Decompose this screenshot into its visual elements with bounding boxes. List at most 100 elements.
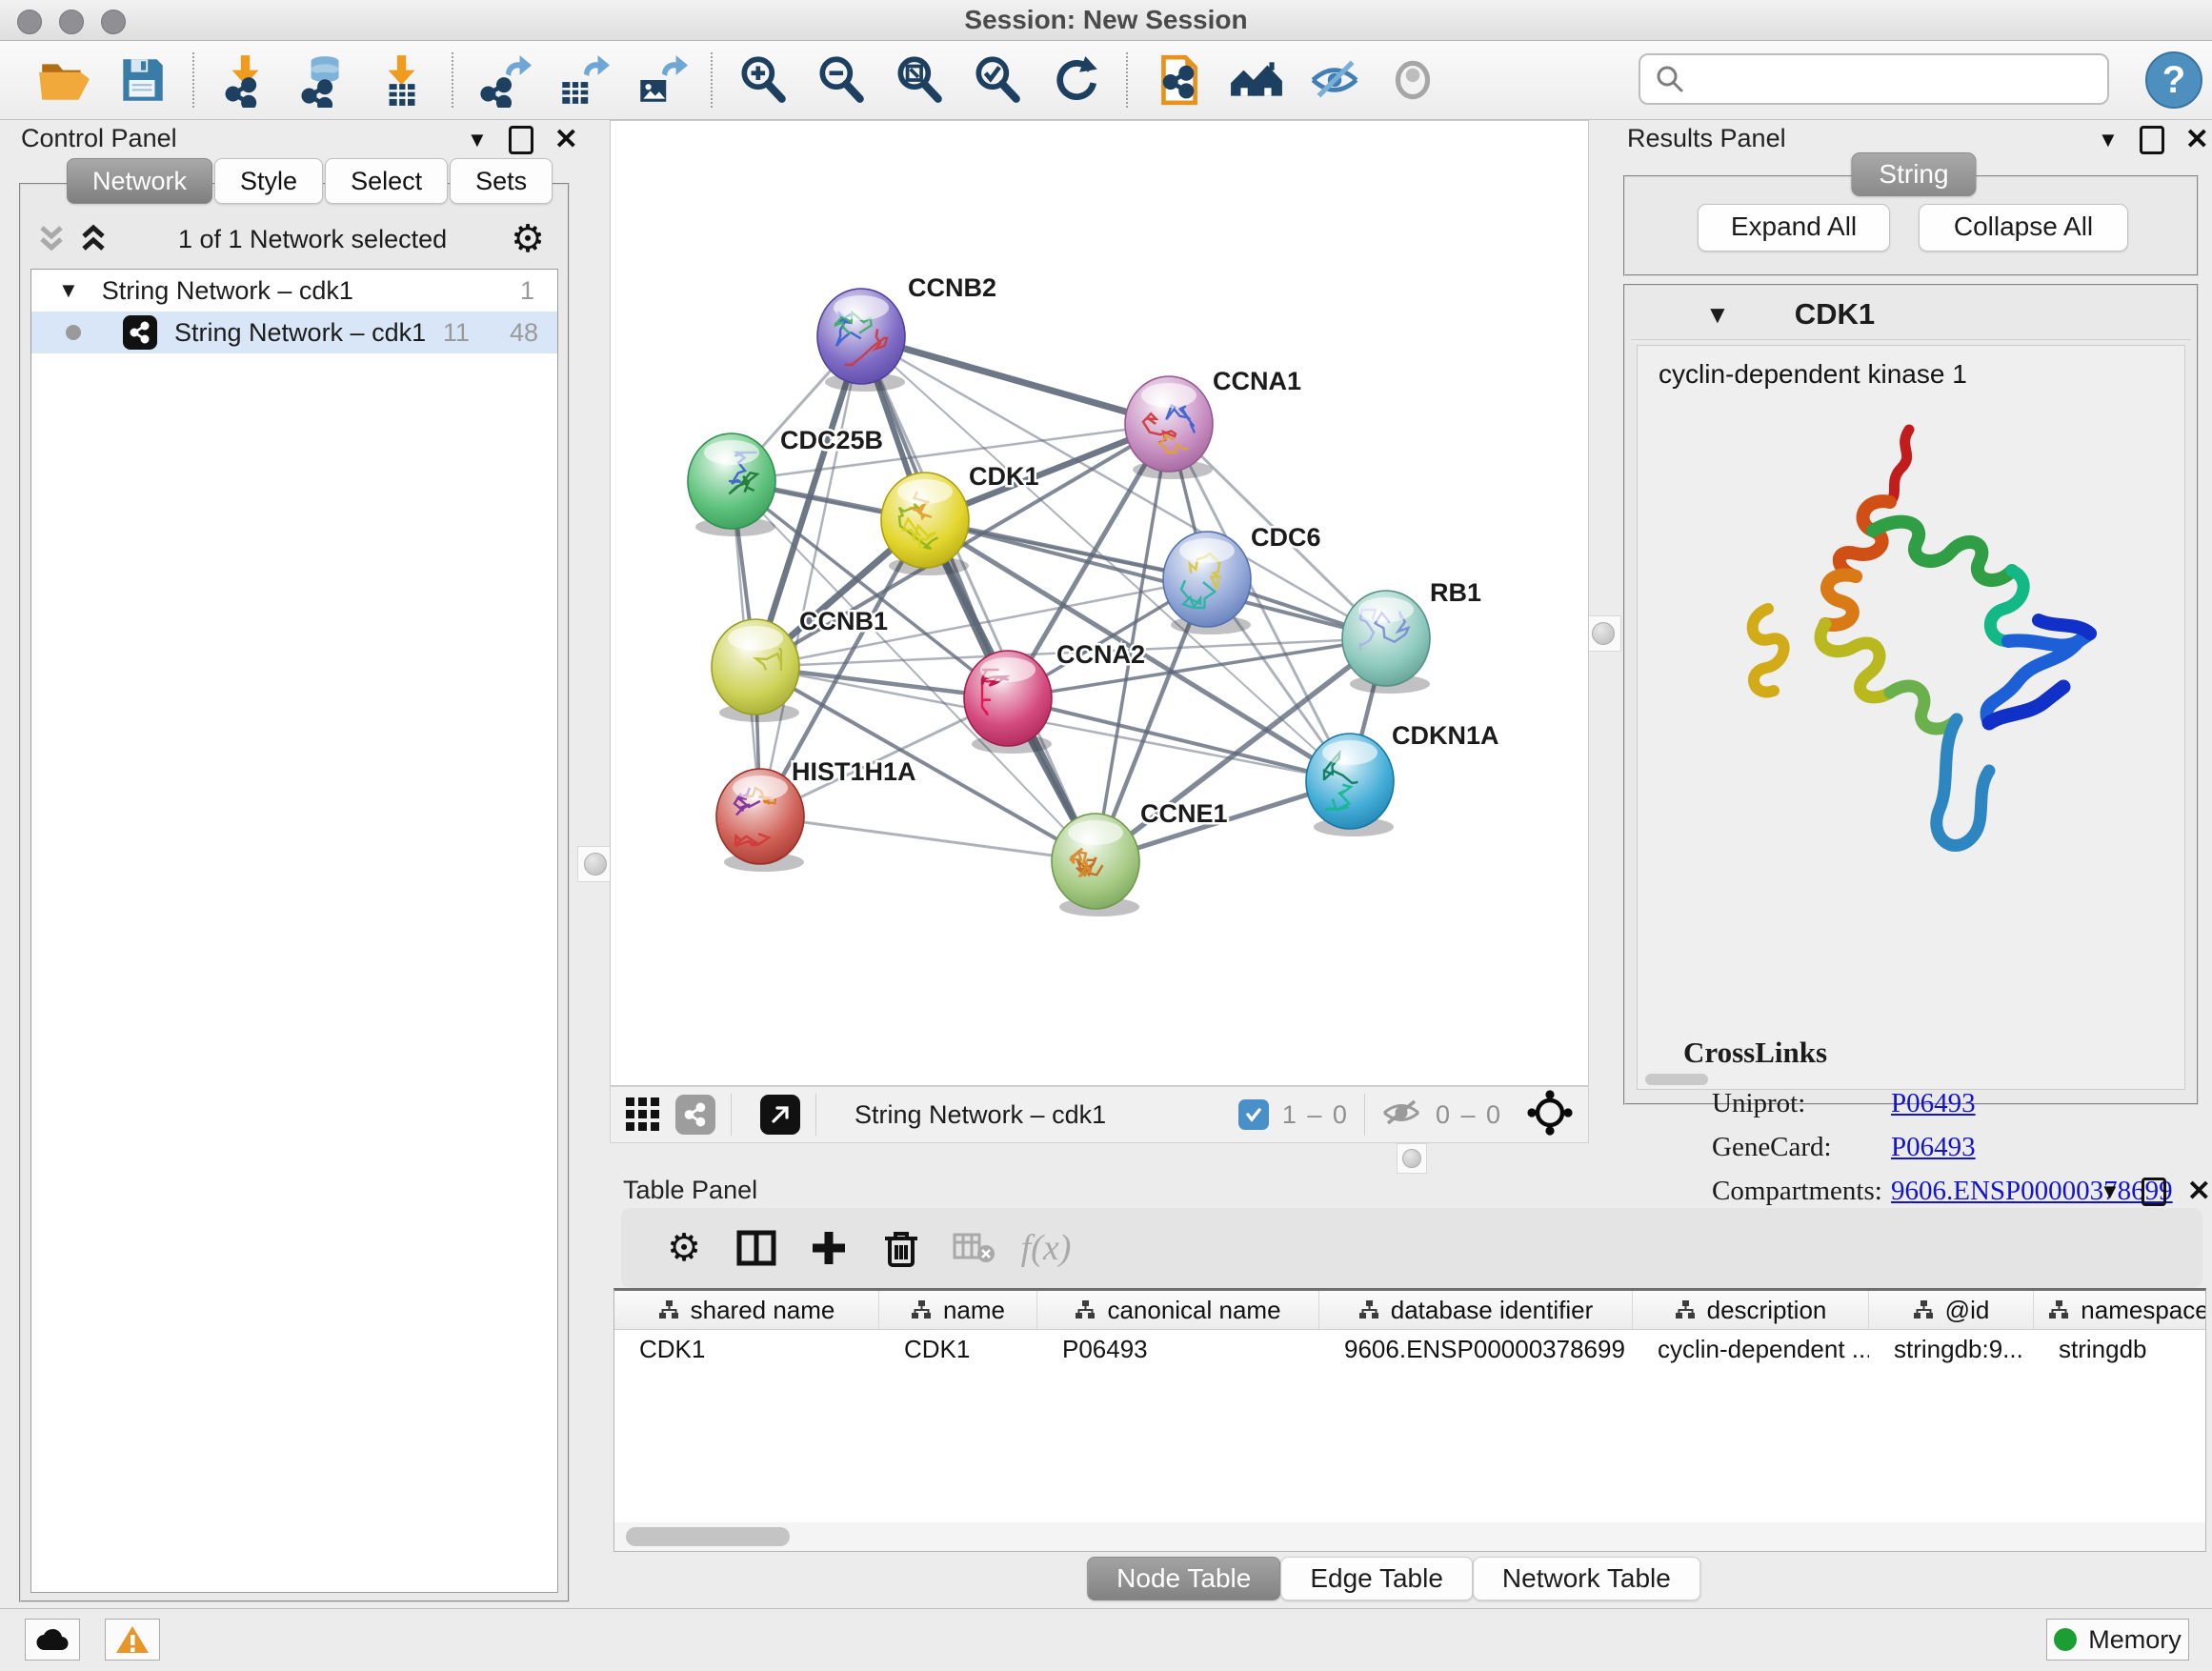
network-node-cdc6[interactable]: CDC6 xyxy=(1163,523,1321,634)
network-edge[interactable] xyxy=(861,336,1169,424)
collapse-all-icon[interactable] xyxy=(30,222,72,256)
network-node-ccnb2[interactable]: CCNB2 xyxy=(817,273,996,392)
close-panel-icon[interactable]: ✕ xyxy=(554,129,578,151)
column-header-description[interactable]: description xyxy=(1633,1291,1869,1329)
delete-table-icon xyxy=(937,1219,1010,1277)
warning-icon[interactable] xyxy=(105,1619,160,1661)
collapse-all-button[interactable]: Collapse All xyxy=(1919,204,2128,252)
memory-button[interactable]: Memory xyxy=(2046,1619,2189,1661)
network-node-hist1h1a[interactable]: HIST1H1A xyxy=(716,757,916,872)
network-canvas[interactable]: CCNB2CCNA1CDC25BCDK1CDC6RB1CCNB1CCNA2CDK… xyxy=(610,120,1589,1086)
network-node-ccne1[interactable]: CCNE1 xyxy=(1052,799,1228,916)
export-table-icon[interactable] xyxy=(543,50,621,110)
entry-expander-icon[interactable]: ▼ xyxy=(1705,300,1730,330)
network-node-rb1[interactable]: RB1 xyxy=(1342,578,1481,694)
birds-eye-view-icon[interactable] xyxy=(760,1095,800,1135)
grid-view-icon[interactable] xyxy=(624,1096,662,1134)
table-cell[interactable]: CDK1 xyxy=(879,1330,1037,1368)
hide-selected-icon[interactable] xyxy=(1296,50,1374,110)
search-box[interactable] xyxy=(1639,53,2109,105)
horizontal-splitter-handle[interactable] xyxy=(1397,1143,1427,1174)
float-panel-icon[interactable] xyxy=(2142,1178,2166,1206)
table-row[interactable]: CDK1CDK1P064939606.ENSP00000378699cyclin… xyxy=(614,1330,2205,1368)
import-table-icon[interactable] xyxy=(362,50,440,110)
export-network-icon[interactable] xyxy=(465,50,543,110)
right-splitter[interactable] xyxy=(1589,120,1616,1143)
node-label: CCNA1 xyxy=(1213,367,1301,395)
open-session-icon[interactable] xyxy=(25,50,103,110)
table-cell[interactable]: stringdb xyxy=(2034,1330,2206,1368)
tab-node-table[interactable]: Node Table xyxy=(1087,1557,1280,1601)
network-node-cdc25b[interactable]: CDC25B xyxy=(688,426,883,536)
tab-network-table[interactable]: Network Table xyxy=(1473,1557,1700,1601)
cloud-icon[interactable] xyxy=(25,1619,80,1661)
network-collection-row[interactable]: ▼ String Network – cdk1 1 xyxy=(31,270,557,312)
table-cell[interactable]: 9606.ENSP00000378699 xyxy=(1319,1330,1633,1368)
zoom-fit-icon[interactable] xyxy=(880,50,958,110)
column-header-database-identifier[interactable]: database identifier xyxy=(1319,1291,1633,1329)
network-row[interactable]: String Network – cdk1 11 48 xyxy=(31,312,557,353)
fit-content-crosshair-icon[interactable] xyxy=(1527,1090,1573,1140)
apply-layout-icon[interactable] xyxy=(1036,50,1115,110)
network-edge[interactable] xyxy=(760,816,1096,861)
first-neighbors-icon[interactable] xyxy=(1217,50,1296,110)
zoom-out-icon[interactable] xyxy=(802,50,880,110)
column-header-name[interactable]: name xyxy=(879,1291,1037,1329)
crosslink-link[interactable]: P06493 xyxy=(1891,1132,1976,1163)
content-scrollbar-thumb[interactable] xyxy=(1645,1074,1708,1085)
network-node-count: 11 xyxy=(443,318,470,348)
zoom-in-icon[interactable] xyxy=(724,50,802,110)
table-cell[interactable]: P06493 xyxy=(1037,1330,1319,1368)
table-horizontal-scrollbar[interactable] xyxy=(613,1522,2206,1552)
tree-expander-icon[interactable]: ▼ xyxy=(58,278,79,303)
network-node-cdkn1a[interactable]: CDKN1A xyxy=(1306,721,1499,836)
scrollbar-thumb[interactable] xyxy=(626,1527,790,1546)
save-session-icon[interactable] xyxy=(103,50,181,110)
float-panel-icon[interactable] xyxy=(509,126,533,154)
network-node-ccna1[interactable]: CCNA1 xyxy=(1125,367,1301,479)
tab-network[interactable]: Network xyxy=(67,158,212,204)
collapse-panel-icon[interactable]: ▼ xyxy=(2100,1179,2121,1204)
tab-sets[interactable]: Sets xyxy=(450,158,553,204)
search-input[interactable] xyxy=(1686,64,2071,95)
crosslink-link[interactable]: P06493 xyxy=(1891,1088,1976,1119)
network-view-icon[interactable] xyxy=(675,1095,715,1135)
network-node-ccnb1[interactable]: CCNB1 xyxy=(712,607,888,722)
collapse-panel-icon[interactable]: ▼ xyxy=(2098,128,2119,152)
network-options-gear-icon[interactable]: ⚙ xyxy=(511,222,545,256)
table-cell[interactable]: cyclin-dependent ... xyxy=(1633,1330,1869,1368)
help-icon[interactable]: ? xyxy=(2145,51,2202,109)
table-cell[interactable]: CDK1 xyxy=(614,1330,879,1368)
tab-string[interactable]: String xyxy=(1851,152,1976,196)
close-panel-icon[interactable]: ✕ xyxy=(2185,129,2209,151)
column-header-namespace[interactable]: namespace xyxy=(2034,1291,2206,1329)
table-cell[interactable]: stringdb:9... xyxy=(1869,1330,2034,1368)
export-image-icon[interactable] xyxy=(621,50,699,110)
left-splitter-handle[interactable] xyxy=(577,846,613,882)
table-options-gear-icon[interactable]: ⚙ xyxy=(648,1219,720,1277)
zoom-selected-icon[interactable] xyxy=(958,50,1036,110)
network-edge[interactable] xyxy=(760,336,861,816)
create-column-icon[interactable] xyxy=(793,1219,865,1277)
tab-style[interactable]: Style xyxy=(214,158,323,204)
tab-edge-table[interactable]: Edge Table xyxy=(1280,1557,1473,1601)
node-label: CCNB1 xyxy=(799,607,888,635)
close-panel-icon[interactable]: ✕ xyxy=(2187,1180,2211,1203)
expand-all-button[interactable]: Expand All xyxy=(1698,204,1890,252)
column-header-shared-name[interactable]: shared name xyxy=(614,1291,879,1329)
network-from-file-icon[interactable] xyxy=(1139,50,1217,110)
table-panel: Table Panel ▼ ✕ ⚙ xyxy=(575,1174,2212,1606)
float-panel-icon[interactable] xyxy=(2140,126,2164,154)
column-header--id[interactable]: @id xyxy=(1869,1291,2034,1329)
expand-all-icon[interactable] xyxy=(72,222,114,256)
collapse-panel-icon[interactable]: ▼ xyxy=(467,128,488,152)
show-columns-icon[interactable] xyxy=(720,1219,793,1277)
selected-checkbox-icon[interactable] xyxy=(1238,1099,1269,1130)
column-header-canonical-name[interactable]: canonical name xyxy=(1037,1291,1319,1329)
show-all-icon[interactable] xyxy=(1374,50,1452,110)
tab-select[interactable]: Select xyxy=(325,158,448,204)
import-network-database-icon[interactable] xyxy=(284,50,362,110)
import-network-icon[interactable] xyxy=(206,50,284,110)
delete-column-trash-icon[interactable] xyxy=(865,1219,937,1277)
gene-entry-header[interactable]: ▼ CDK1 xyxy=(1631,290,2191,340)
